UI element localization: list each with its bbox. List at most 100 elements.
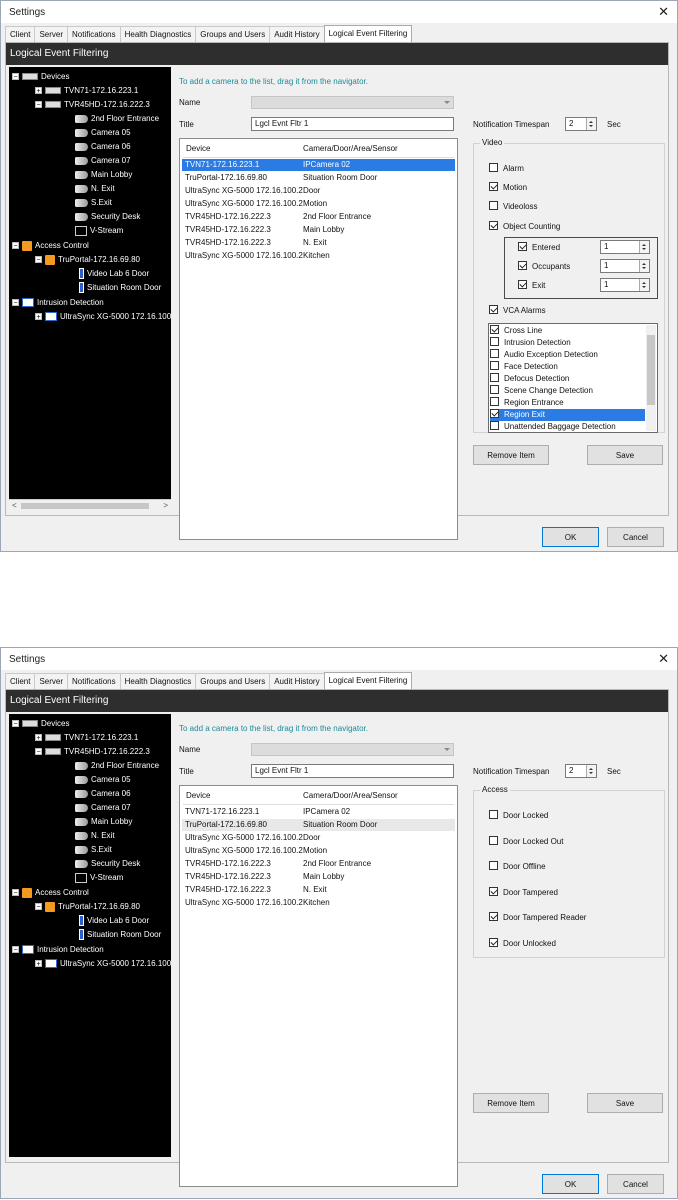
tree-node-devices[interactable]: − Devices (12, 71, 69, 83)
checkbox-box[interactable] (489, 861, 498, 871)
checkbox-box[interactable] (490, 325, 499, 335)
collapse-icon[interactable]: − (12, 299, 19, 307)
tree-node-door[interactable]: Situation Room Door (79, 282, 161, 294)
door-unlocked-checkbox[interactable]: Door Unlocked (489, 938, 556, 950)
door-tampered-reader-checkbox[interactable]: Door Tampered Reader (489, 912, 586, 924)
tab-client[interactable]: Client (5, 673, 36, 689)
expand-icon[interactable]: + (35, 87, 42, 95)
column-header-target[interactable]: Camera/Door/Area/Sensor (303, 791, 398, 800)
tab-logical-event-filtering[interactable]: Logical Event Filtering (323, 25, 413, 42)
notification-timespan-stepper[interactable]: 2 (565, 764, 597, 778)
tree-node-vstream[interactable]: V-Stream (75, 872, 123, 884)
checkbox-box[interactable] (490, 373, 499, 383)
tree-node-device[interactable]: + TVN71-172.16.223.1 (35, 732, 138, 744)
ok-button[interactable]: OK (542, 1174, 599, 1194)
expand-icon[interactable]: + (35, 734, 42, 742)
tree-node-camera[interactable]: Camera 07 (75, 802, 131, 814)
list-item[interactable]: Cross Line (490, 325, 645, 337)
tab-health-diagnostics[interactable]: Health Diagnostics (119, 673, 197, 689)
scrollbar-thumb[interactable] (647, 335, 655, 405)
stepper-arrows-icon[interactable] (586, 118, 596, 130)
door-locked-checkbox[interactable]: Door Locked (489, 810, 548, 822)
tree-node-truportal[interactable]: − TruPortal-172.16.69.80 (35, 254, 140, 266)
checkbox-box[interactable] (489, 221, 498, 231)
checkbox-box[interactable] (490, 385, 499, 395)
tree-node-camera[interactable]: 2nd Floor Entrance (75, 113, 159, 125)
tab-notifications[interactable]: Notifications (67, 673, 121, 689)
exit-checkbox[interactable]: Exit (518, 280, 545, 292)
tree-node-camera[interactable]: Camera 07 (75, 155, 131, 167)
checkbox-box[interactable] (489, 912, 498, 922)
table-row[interactable]: UltraSync XG-5000 172.16.100.205 Motion (182, 845, 455, 857)
table-row[interactable]: TVN71-172.16.223.1 IPCamera 02 (182, 806, 455, 818)
table-row[interactable]: TVR45HD-172.16.222.3 Main Lobby (182, 224, 455, 236)
table-row[interactable]: TVN71-172.16.223.1 IPCamera 02 (182, 159, 455, 171)
stepper-arrows-icon[interactable] (639, 260, 649, 272)
name-select[interactable] (251, 96, 454, 109)
checkbox-box[interactable] (489, 887, 498, 897)
ok-button[interactable]: OK (542, 527, 599, 547)
checkbox-box[interactable] (490, 349, 499, 359)
stepper-arrows-icon[interactable] (586, 765, 596, 777)
door-tampered-checkbox[interactable]: Door Tampered (489, 887, 558, 899)
object-counting-checkbox[interactable]: Object Counting (489, 221, 560, 233)
tree-node-door[interactable]: Situation Room Door (79, 929, 161, 941)
table-row[interactable]: TVR45HD-172.16.222.3 2nd Floor Entrance (182, 858, 455, 870)
checkbox-box[interactable] (490, 409, 499, 419)
tree-node-vstream[interactable]: V-Stream (75, 225, 123, 237)
collapse-icon[interactable]: − (12, 720, 19, 728)
table-row[interactable]: UltraSync XG-5000 172.16.100.205 Kitchen (182, 250, 455, 262)
collapse-icon[interactable]: − (35, 256, 42, 264)
table-row[interactable]: TVR45HD-172.16.222.3 N. Exit (182, 884, 455, 896)
close-icon[interactable]: ✕ (658, 4, 669, 20)
tree-node-ultrasync[interactable]: +UltraSync XG-5000 172.16.100.205 (35, 958, 171, 970)
tree-node-device[interactable]: − TVR45HD-172.16.222.3 (35, 99, 150, 111)
tab-audit-history[interactable]: Audit History (269, 26, 325, 42)
tree-node-camera[interactable]: Main Lobby (75, 816, 132, 828)
occupants-stepper[interactable]: 1 (600, 259, 650, 273)
checkbox-box[interactable] (489, 182, 498, 192)
title-input[interactable]: Lgcl Evnt Fltr 1 (251, 117, 454, 131)
tree-node-devices[interactable]: − Devices (12, 718, 69, 730)
list-item[interactable]: Intrusion Detection (490, 337, 645, 349)
collapse-icon[interactable]: − (12, 946, 19, 954)
tab-server[interactable]: Server (34, 673, 69, 689)
tree-node-camera[interactable]: N. Exit (75, 183, 115, 195)
alarm-checkbox[interactable]: Alarm (489, 163, 524, 175)
horizontal-scrollbar[interactable]: < > (9, 499, 171, 512)
table-row[interactable]: UltraSync XG-5000 172.16.100.205 Motion (182, 198, 455, 210)
vca-alarm-list[interactable]: Cross Line Intrusion Detection Audio Exc… (488, 323, 658, 433)
save-button[interactable]: Save (587, 445, 663, 465)
table-row[interactable]: TruPortal-172.16.69.80 Situation Room Doo… (182, 819, 455, 831)
close-icon[interactable]: ✕ (658, 651, 669, 667)
checkbox-box[interactable] (489, 305, 498, 315)
remove-item-button[interactable]: Remove Item (473, 445, 549, 465)
collapse-icon[interactable]: − (35, 748, 42, 756)
collapse-icon[interactable]: − (12, 242, 19, 250)
navigator-tree[interactable]: − Devices + TVN71-172.16.223.1 − TVR45HD-17… (9, 714, 171, 1157)
tree-node-access-control[interactable]: − Access Control (12, 887, 89, 899)
vca-alarms-checkbox[interactable]: VCA Alarms (489, 305, 546, 317)
scrollbar-thumb[interactable] (21, 503, 149, 509)
tree-node-device[interactable]: − TVR45HD-172.16.222.3 (35, 746, 150, 758)
tab-server[interactable]: Server (34, 26, 69, 42)
list-item[interactable]: Unattended Baggage Detection (490, 421, 645, 432)
save-button[interactable]: Save (587, 1093, 663, 1113)
exit-stepper[interactable]: 1 (600, 278, 650, 292)
tree-node-camera[interactable]: Camera 06 (75, 141, 131, 153)
table-row[interactable]: TVR45HD-172.16.222.3 N. Exit (182, 237, 455, 249)
entered-stepper[interactable]: 1 (600, 240, 650, 254)
tree-node-ultrasync[interactable]: +UltraSync XG-5000 172.16.100.205 (35, 311, 171, 323)
device-list[interactable]: Device Camera/Door/Area/Sensor TVN71-172… (179, 785, 458, 1187)
tree-node-door[interactable]: Video Lab 6 Door (79, 915, 149, 927)
cancel-button[interactable]: Cancel (607, 1174, 664, 1194)
tab-groups-and-users[interactable]: Groups and Users (195, 673, 271, 689)
collapse-icon[interactable]: − (35, 101, 42, 109)
list-item[interactable]: Region Exit (490, 409, 645, 421)
scroll-left-icon[interactable]: < (12, 501, 17, 510)
notification-timespan-stepper[interactable]: 2 (565, 117, 597, 131)
collapse-icon[interactable]: − (35, 903, 42, 911)
title-input[interactable]: Lgcl Evnt Fltr 1 (251, 764, 454, 778)
checkbox-box[interactable] (490, 361, 499, 371)
checkbox-box[interactable] (518, 242, 527, 252)
